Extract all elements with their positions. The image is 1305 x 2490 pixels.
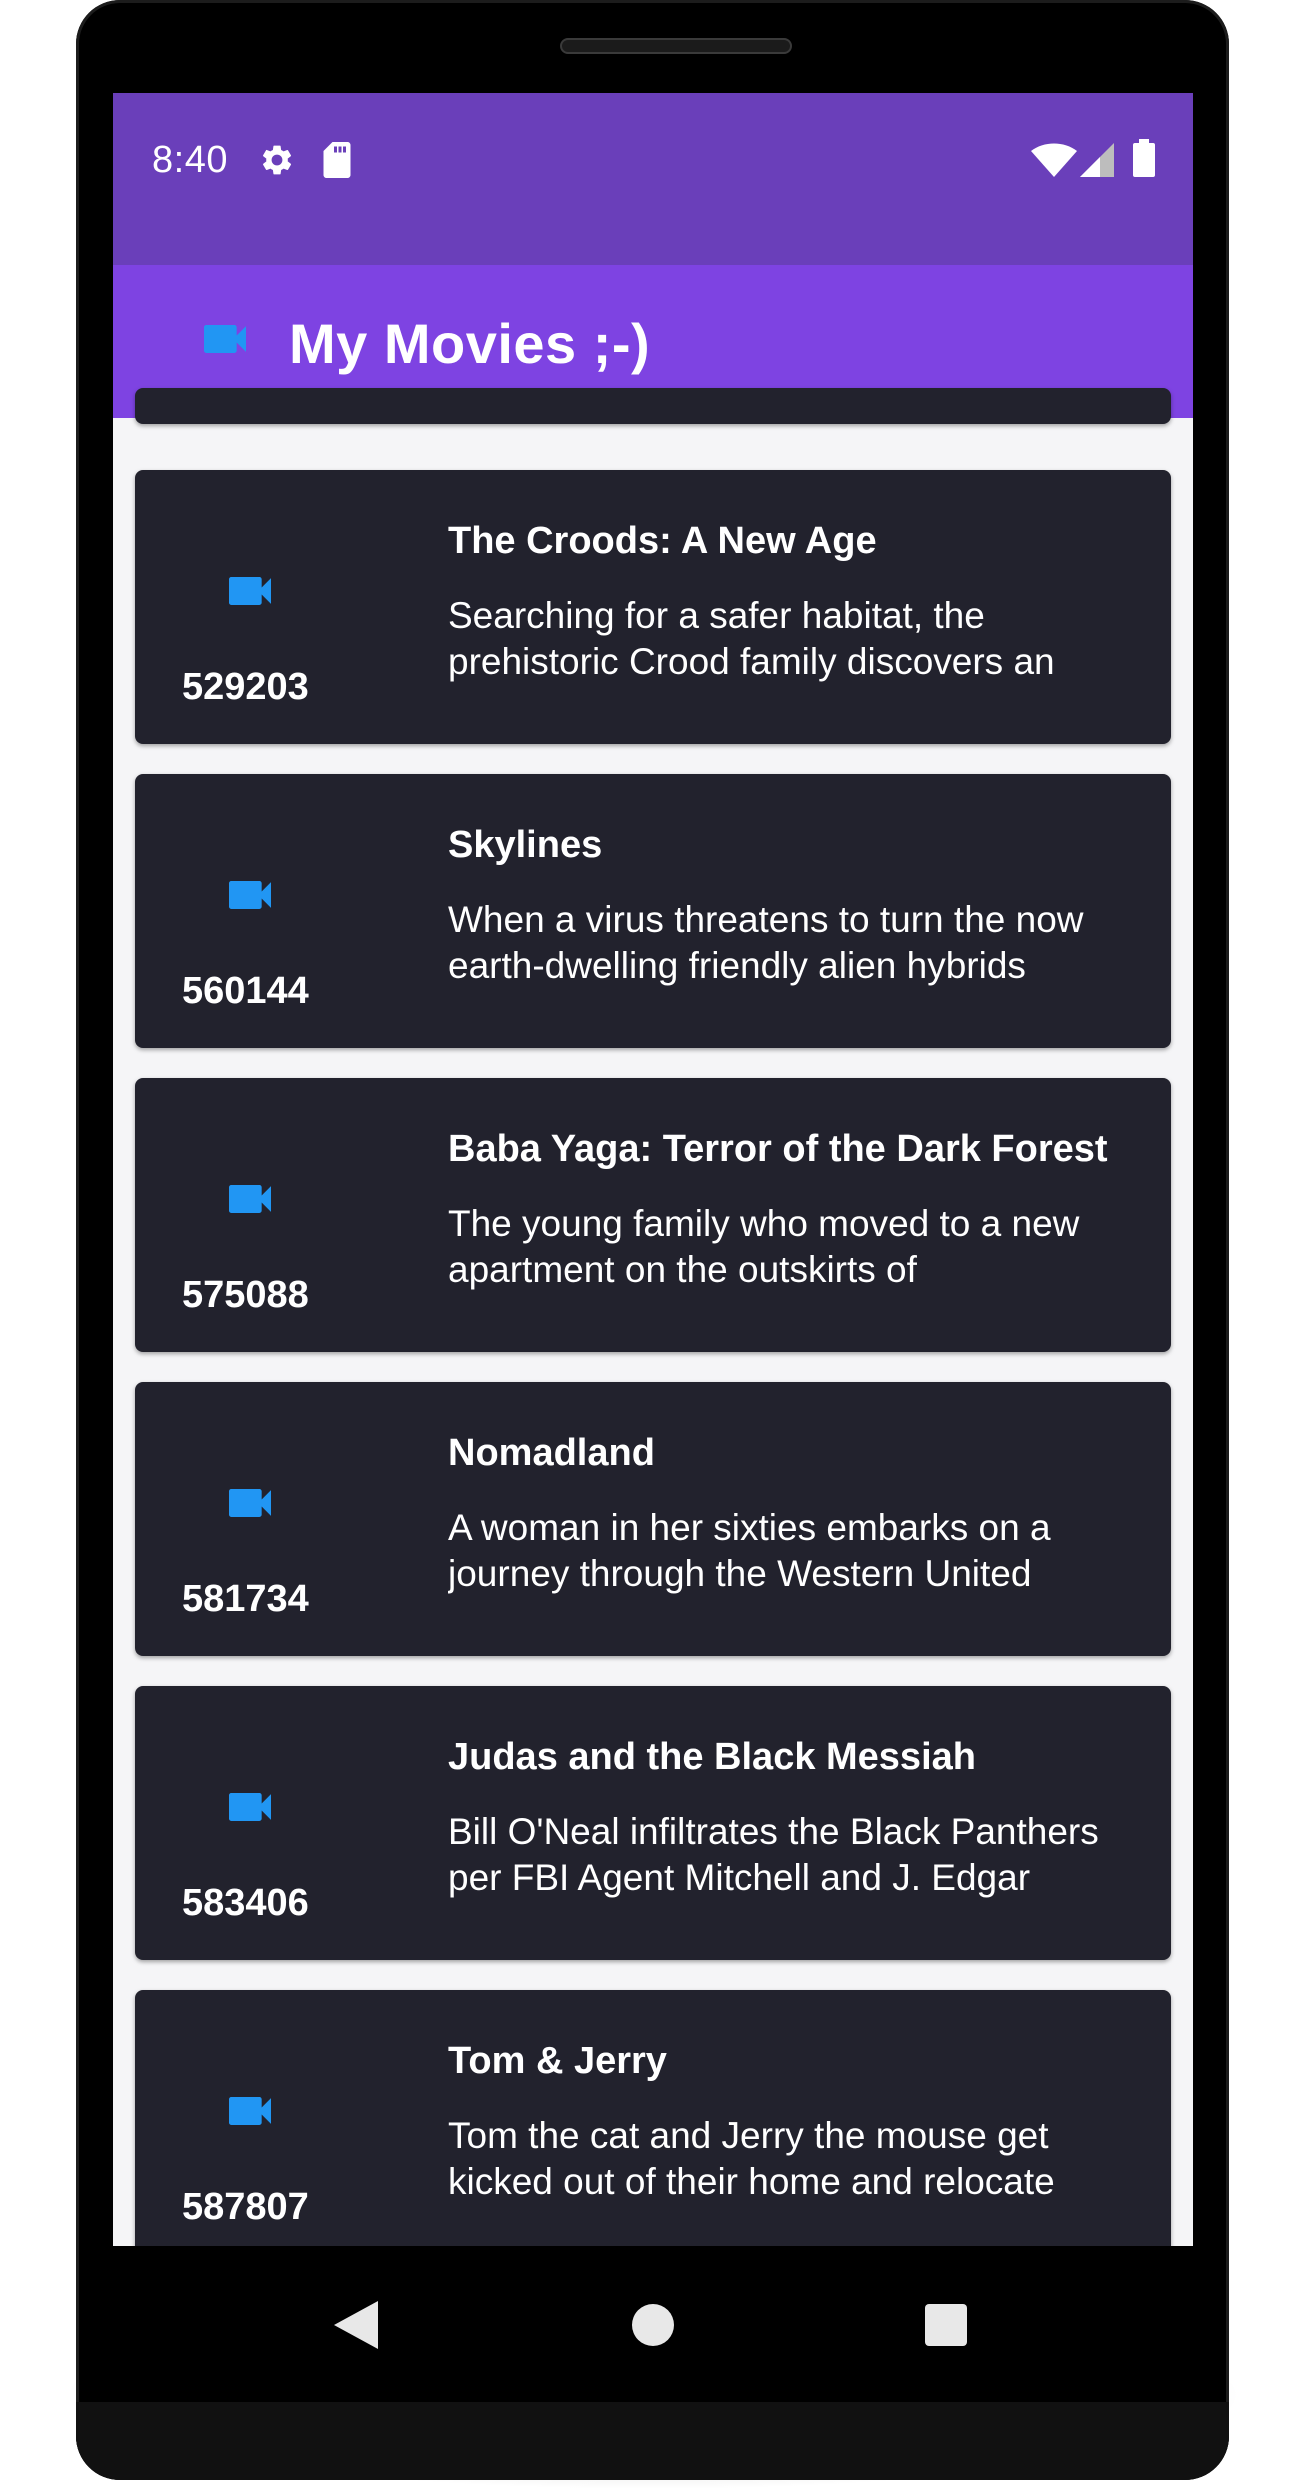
movie-id: 560144 xyxy=(182,970,309,1012)
battery-icon xyxy=(1133,139,1155,182)
movie-title: Baba Yaga: Terror of the Dark Forest xyxy=(448,1128,1108,1170)
navigation-bar xyxy=(113,2246,1193,2401)
videocam-icon xyxy=(222,1779,278,1840)
movie-card[interactable]: 583406 Judas and the Black Messiah Bill … xyxy=(135,1686,1171,1960)
movie-overview: The young family who moved to a new apar… xyxy=(448,1203,1080,1290)
status-time: 8:40 xyxy=(152,139,228,181)
screen: 8:40 My Movies ;-) 529203 The Croods: A … xyxy=(113,93,1193,2246)
status-bar: 8:40 xyxy=(113,93,1193,265)
videocam-icon xyxy=(222,1171,278,1232)
wifi-icon xyxy=(1031,143,1077,182)
home-icon[interactable] xyxy=(618,2290,688,2360)
movie-title: Nomadland xyxy=(448,1432,655,1474)
movie-card[interactable]: 587807 Tom & Jerry Tom the cat and Jerry… xyxy=(135,1990,1171,2246)
movie-title: Tom & Jerry xyxy=(448,2040,667,2082)
movie-card[interactable]: 581734 Nomadland A woman in her sixties … xyxy=(135,1382,1171,1656)
movie-id: 581734 xyxy=(182,1578,309,1620)
app-title: My Movies ;-) xyxy=(289,312,651,375)
videocam-icon xyxy=(197,311,253,372)
settings-icon xyxy=(259,142,295,183)
device-chin xyxy=(76,2402,1229,2480)
device-speaker xyxy=(560,38,792,54)
movie-title: The Croods: A New Age xyxy=(448,520,877,562)
back-icon[interactable] xyxy=(321,2290,391,2360)
videocam-icon xyxy=(222,563,278,624)
signal-icon xyxy=(1080,143,1114,182)
movie-overview: Searching for a safer habitat, the prehi… xyxy=(448,595,1055,682)
movie-card[interactable]: 575088 Baba Yaga: Terror of the Dark For… xyxy=(135,1078,1171,1352)
movie-title: Judas and the Black Messiah xyxy=(448,1736,976,1778)
movie-id: 583406 xyxy=(182,1882,309,1924)
sd-card-icon xyxy=(321,142,353,183)
movie-overview: Tom the cat and Jerry the mouse get kick… xyxy=(448,2115,1055,2202)
movie-card[interactable]: 560144 Skylines When a virus threatens t… xyxy=(135,774,1171,1048)
videocam-icon xyxy=(222,867,278,928)
movie-card-partial[interactable] xyxy=(135,388,1171,424)
device-frame: 8:40 My Movies ;-) 529203 The Croods: A … xyxy=(76,0,1229,2480)
movie-card[interactable]: 529203 The Croods: A New Age Searching f… xyxy=(135,470,1171,744)
recents-icon[interactable] xyxy=(911,2290,981,2360)
movie-id: 575088 xyxy=(182,1274,309,1316)
movie-id: 529203 xyxy=(182,666,309,708)
movie-overview: Bill O'Neal infiltrates the Black Panthe… xyxy=(448,1811,1099,1898)
movie-title: Skylines xyxy=(448,824,603,866)
movie-overview: A woman in her sixties embarks on a jour… xyxy=(448,1507,1051,1594)
videocam-icon xyxy=(222,2083,278,2144)
videocam-icon xyxy=(222,1475,278,1536)
movie-overview: When a virus threatens to turn the now e… xyxy=(448,899,1084,986)
movie-id: 587807 xyxy=(182,2186,309,2228)
